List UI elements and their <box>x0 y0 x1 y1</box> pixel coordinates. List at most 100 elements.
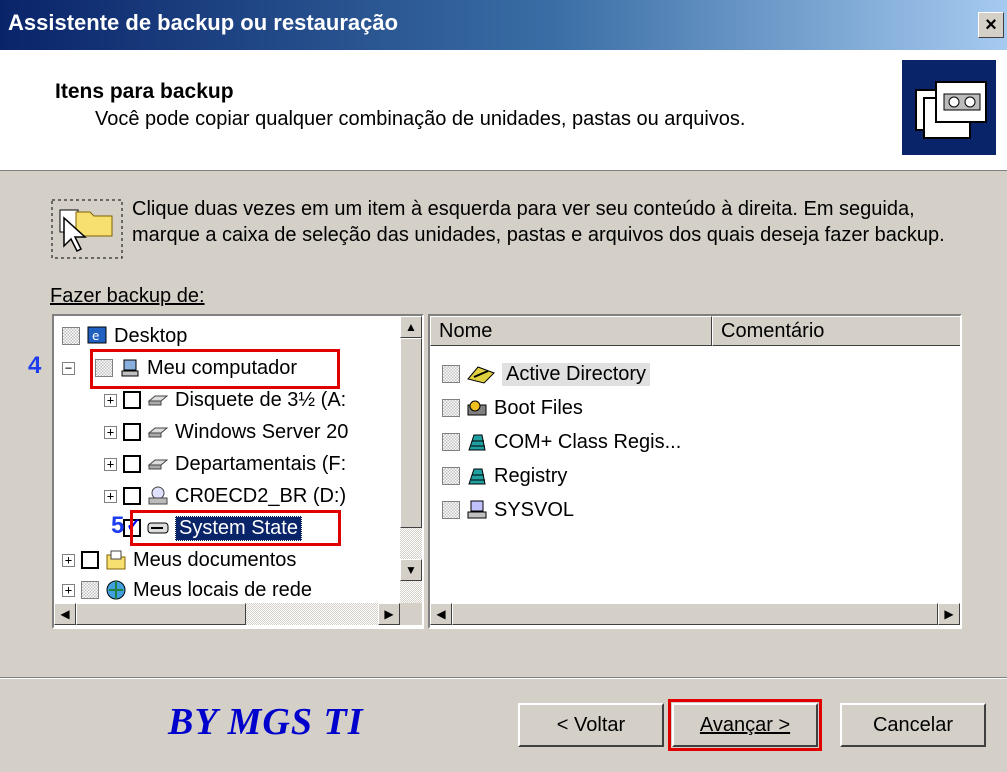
tree-item-desktop[interactable]: e Desktop <box>62 320 187 352</box>
column-header-comment[interactable]: Comentário <box>712 316 960 346</box>
system-state-icon <box>147 522 169 534</box>
tree-scroll-up-button[interactable]: ▲ <box>400 316 422 338</box>
tree-item-windows-server[interactable]: + Windows Server 20 <box>104 416 348 448</box>
close-icon: × <box>985 13 997 36</box>
list-item-boot-files[interactable]: Boot Files <box>442 392 583 424</box>
list-item-label: Boot Files <box>494 396 583 419</box>
tree-item-label: Meus documentos <box>133 548 297 571</box>
cancel-button[interactable]: Cancelar <box>840 703 986 747</box>
cd-drive-icon <box>148 486 168 505</box>
checkbox-floppy[interactable] <box>123 391 141 409</box>
arrow-up-icon: ▲ <box>405 320 417 334</box>
column-header-name[interactable]: Nome <box>430 316 712 346</box>
backup-from-label-text: Fazer backup de: <box>50 285 205 307</box>
documents-icon <box>106 550 126 570</box>
active-directory-icon <box>467 366 495 384</box>
cancel-button-label: Cancelar <box>872 713 954 736</box>
column-header-comment-label: Comentário <box>721 319 825 342</box>
tree-item-label: Meu computador <box>147 356 298 379</box>
expand-toggle[interactable]: + <box>104 457 117 471</box>
computer-icon <box>121 359 139 377</box>
checkbox-my-computer[interactable] <box>95 359 113 377</box>
tree-scroll-thumb[interactable] <box>400 338 422 528</box>
list-scroll-left-button[interactable]: ◀ <box>430 603 452 625</box>
tree-item-label: Desktop <box>114 324 188 347</box>
back-button[interactable]: < Voltar <box>518 703 664 747</box>
tree-item-label: Meus locais de rede <box>133 578 312 601</box>
step-number-5: 5 <box>111 512 125 539</box>
footer-divider <box>0 677 1007 679</box>
list-item-label: Active Directory <box>502 362 651 386</box>
arrow-left-icon: ◀ <box>60 607 70 621</box>
network-icon <box>106 580 126 600</box>
brand-watermark: BY MGS TI <box>168 701 364 743</box>
hard-drive-icon <box>147 459 169 470</box>
list-item-sysvol[interactable]: SYSVOL <box>442 494 574 526</box>
tree-scroll-left-button[interactable]: ◀ <box>54 603 76 625</box>
step-number-4: 4 <box>28 352 42 379</box>
floppy-drive-icon <box>147 395 169 406</box>
checkbox-network[interactable] <box>81 581 99 599</box>
arrow-left-icon: ◀ <box>436 607 446 621</box>
sysvol-icon <box>467 500 487 519</box>
checkbox-my-documents[interactable] <box>81 551 99 569</box>
svg-text:e: e <box>92 329 99 343</box>
backup-tree[interactable]: e Desktop − Meu computador + Disquete de… <box>52 314 424 629</box>
scroll-corner <box>400 603 422 625</box>
tree-item-floppy[interactable]: + Disquete de 3½ (A: <box>104 384 346 416</box>
checkbox-system-state[interactable] <box>123 515 141 537</box>
next-button-label: Avançar > <box>699 713 791 736</box>
window-title: Assistente de backup ou restauração <box>8 10 399 35</box>
list-item-label: COM+ Class Regis... <box>494 430 682 453</box>
expand-toggle[interactable]: + <box>62 553 75 567</box>
list-hscroll-thumb[interactable] <box>452 603 938 625</box>
tree-item-label: Windows Server 20 <box>175 420 349 443</box>
tree-item-label: System State <box>175 515 302 541</box>
tree-item-label: Departamentais (F: <box>175 452 347 475</box>
expand-toggle[interactable]: + <box>104 489 117 503</box>
tree-item-label: Disquete de 3½ (A: <box>175 388 347 411</box>
expand-toggle[interactable]: + <box>62 583 75 597</box>
tree-scroll-down-button[interactable]: ▼ <box>400 559 422 581</box>
next-button[interactable]: Avançar > <box>672 703 818 747</box>
backup-tapes-icon <box>902 60 996 155</box>
tree-item-label: CR0ECD2_BR (D:) <box>175 484 347 507</box>
tree-item-network[interactable]: + Meus locais de rede <box>62 574 312 606</box>
tree-hscroll-thumb[interactable] <box>76 603 246 625</box>
tree-item-my-computer[interactable]: − Meu computador <box>62 352 297 384</box>
list-item-registry[interactable]: Registry <box>442 460 567 492</box>
tree-item-system-state[interactable]: System State <box>123 512 302 544</box>
desktop-icon: e <box>87 326 107 344</box>
expand-toggle[interactable]: + <box>104 425 117 439</box>
checkbox-registry[interactable] <box>442 467 460 485</box>
tree-scroll-right-button[interactable]: ▶ <box>378 603 400 625</box>
arrow-right-icon: ▶ <box>384 607 394 621</box>
checkbox-departamentais[interactable] <box>123 455 141 473</box>
checkbox-active-directory[interactable] <box>442 365 460 383</box>
boot-files-icon <box>467 400 487 416</box>
arrow-right-icon: ▶ <box>944 607 954 621</box>
expand-toggle[interactable]: + <box>104 393 117 407</box>
com-registry-icon <box>468 434 486 451</box>
list-item-active-directory[interactable]: Active Directory <box>442 358 651 390</box>
list-item-com-registry[interactable]: COM+ Class Regis... <box>442 426 681 458</box>
column-header-name-label: Nome <box>439 319 493 342</box>
checkbox-com-registry[interactable] <box>442 433 460 451</box>
backup-from-label: Fazer backup de: <box>50 285 205 308</box>
checkbox-cd-drive[interactable] <box>123 487 141 505</box>
registry-icon <box>468 468 486 485</box>
arrow-down-icon: ▼ <box>405 563 417 577</box>
checkbox-windows-server[interactable] <box>123 423 141 441</box>
items-list[interactable]: Nome Comentário Active Directory Boot Fi… <box>428 314 962 629</box>
list-item-label: SYSVOL <box>494 498 575 521</box>
checkbox-boot-files[interactable] <box>442 399 460 417</box>
close-button[interactable]: × <box>978 12 1004 38</box>
checkbox-sysvol[interactable] <box>442 501 460 519</box>
tree-item-my-documents[interactable]: + Meus documentos <box>62 544 296 576</box>
collapse-toggle[interactable]: − <box>62 361 75 375</box>
checkbox-desktop[interactable] <box>62 327 80 345</box>
list-scroll-right-button[interactable]: ▶ <box>938 603 960 625</box>
select-items-icon <box>50 198 124 260</box>
tree-item-departamentais[interactable]: + Departamentais (F: <box>104 448 346 480</box>
tree-item-cd-drive[interactable]: + CR0ECD2_BR (D:) <box>104 480 346 512</box>
